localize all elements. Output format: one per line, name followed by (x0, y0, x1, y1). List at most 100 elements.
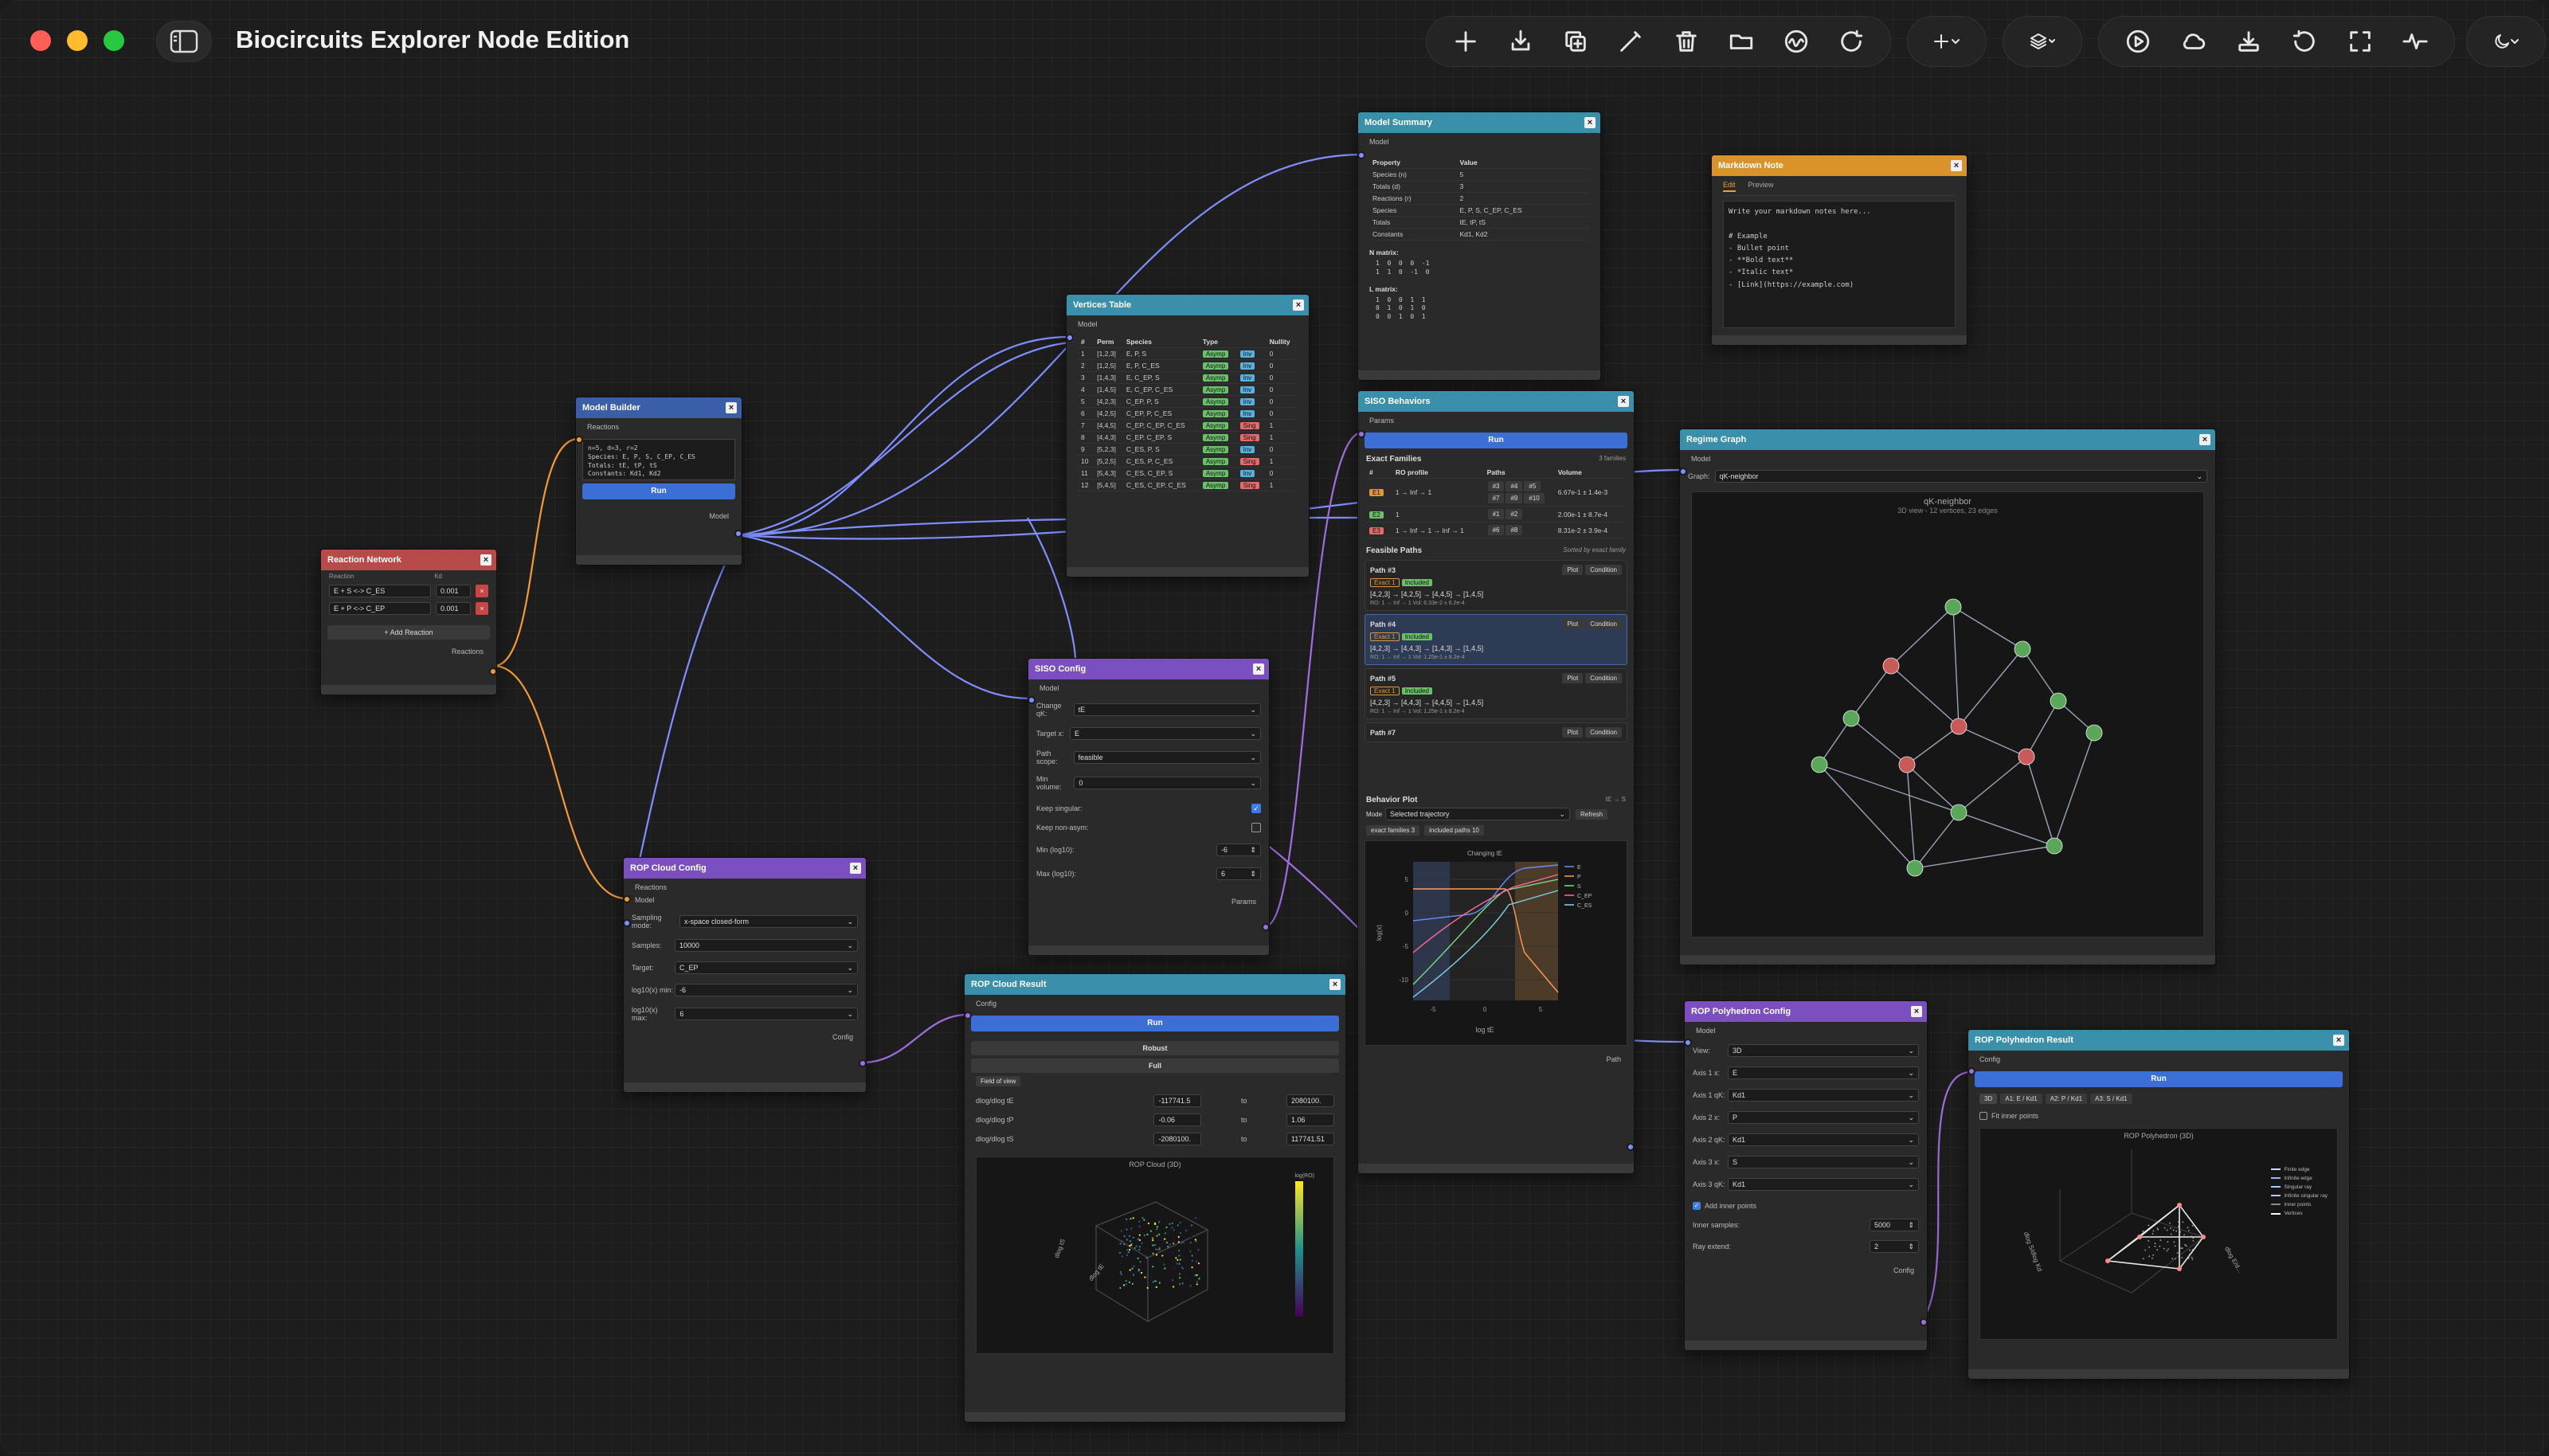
close-node-button[interactable]: × (1293, 299, 1304, 311)
params-input-port[interactable] (1358, 430, 1365, 438)
path-chip[interactable]: #10 (1524, 493, 1545, 503)
node-rop-cloud-result[interactable]: ROP Cloud Result × Config Run Robust Full… (964, 973, 1346, 1423)
condition-button[interactable]: Condition (1585, 673, 1622, 683)
node-rop-cloud-config[interactable]: ROP Cloud Config × Reactions Model Sampli… (623, 857, 867, 1093)
chip-included-paths[interactable]: included paths 10 (1424, 825, 1484, 836)
keep-singular-checkbox[interactable]: ✓ (1251, 804, 1261, 813)
rop-polyhedron-plot[interactable]: ROP Polyhedron (3D) Finite edge Infinite … (1979, 1128, 2338, 1340)
plot-button[interactable]: Plot (1562, 565, 1584, 575)
close-node-button[interactable]: × (2199, 434, 2210, 445)
path-chip[interactable]: #1 (1487, 509, 1505, 519)
config-output-port[interactable] (1920, 1318, 1927, 1326)
reactions-input-port[interactable] (576, 436, 583, 444)
robust-button[interactable]: Robust (971, 1041, 1339, 1055)
field-input[interactable]: C_EP ⌄ (675, 961, 858, 974)
path-card[interactable]: Path #3 Plot Condition Exact 1 Included [4,2,… (1365, 560, 1627, 611)
path-chip[interactable]: #2 (1506, 509, 1523, 519)
graph-vertex[interactable] (1950, 804, 1968, 821)
graph-vertex[interactable] (1898, 756, 1916, 773)
graph-vertex[interactable] (1944, 598, 1962, 616)
field-input[interactable]: 6 ⌄ (675, 1008, 858, 1020)
table-row[interactable]: 5 [4,2,3] C_EP, P, S Asymp Inv 0 (1078, 395, 1298, 408)
family-row[interactable]: E2 1 #1 #2 2.00e-1 ± 8.7e-4 (1366, 506, 1626, 523)
reaction-input[interactable]: E + P <-> C_EP (329, 602, 431, 615)
node-vertices-table[interactable]: Vertices Table × Model # Perm Species Type Nu… (1066, 294, 1310, 577)
table-row[interactable]: 4 [1,4,5] E, C_EP, C_ES Asymp Inv 0 (1078, 383, 1298, 396)
refresh-button[interactable]: Refresh (1576, 808, 1608, 820)
model-input-port[interactable] (1680, 468, 1687, 476)
path-chip[interactable]: #9 (1506, 493, 1523, 503)
field-input[interactable]: tE ⌄ (1073, 703, 1261, 716)
config-input-port[interactable] (965, 1012, 972, 1020)
node-model-summary[interactable]: Model Summary × Model Property Value Speci… (1357, 112, 1601, 381)
table-row[interactable]: 2 [1,2,5] E, P, C_ES Asymp Inv 0 (1078, 359, 1298, 372)
kd-input[interactable]: 0.001 (436, 602, 471, 615)
range-to-input[interactable]: 1.06 (1286, 1114, 1334, 1126)
field-input[interactable]: feasible ⌄ (1073, 751, 1261, 764)
node-reaction-network[interactable]: Reaction Network × Reaction Kd E + S <-> C… (320, 549, 497, 695)
node-header[interactable]: Markdown Note × (1712, 155, 1967, 176)
polyhedron-vertex[interactable] (2177, 1266, 2182, 1271)
plot-button[interactable]: Plot (1562, 727, 1584, 738)
path-card[interactable]: Path #5 Plot Condition Exact 1 Included [4,2,… (1365, 668, 1627, 719)
node-header[interactable]: Regime Graph × (1680, 429, 2215, 450)
field-input[interactable]: P ⌄ (1728, 1111, 1919, 1124)
range-to-input[interactable]: 117741.51 (1286, 1133, 1334, 1145)
table-row[interactable]: 3 [1,4,3] E, C_EP, S Asymp Inv 0 (1078, 371, 1298, 384)
config-output-port[interactable] (859, 1059, 866, 1067)
node-header[interactable]: Vertices Table × (1067, 295, 1309, 315)
graph-select[interactable]: qK-neighbor ⌄ (1714, 470, 2207, 483)
polyhedron-vertex[interactable] (2201, 1235, 2206, 1239)
table-row[interactable]: 10 [5,2,5] C_ES, P, C_ES Asymp Sing 1 (1078, 455, 1298, 468)
graph-vertex[interactable] (1906, 859, 1924, 877)
node-header[interactable]: SISO Behaviors × (1358, 391, 1634, 412)
remove-reaction-button[interactable]: × (476, 585, 488, 597)
node-header[interactable]: Reaction Network × (321, 550, 496, 570)
node-rop-polyhedron-config[interactable]: ROP Polyhedron Config × Model View: 3D ⌄ Axi… (1684, 1000, 1928, 1351)
node-markdown-note[interactable]: Markdown Note × Edit Preview Write your m… (1711, 155, 1968, 346)
full-button[interactable]: Full (971, 1059, 1339, 1073)
fit-inner-checkbox[interactable] (1979, 1112, 1987, 1120)
field-input[interactable]: Kd1 ⌄ (1728, 1133, 1919, 1146)
range-from-input[interactable]: -0.06 (1153, 1114, 1202, 1126)
close-node-button[interactable]: × (850, 863, 861, 874)
close-node-button[interactable]: × (1329, 979, 1341, 990)
path-chip[interactable]: #6 (1487, 525, 1505, 535)
node-header[interactable]: Model Summary × (1358, 112, 1600, 133)
node-siso-config[interactable]: SISO Config × Model Change qK: tE ⌄ Target x… (1028, 658, 1270, 956)
close-node-button[interactable]: × (1951, 160, 1962, 171)
inner-samples-input[interactable]: 5000 ⇕ (1870, 1219, 1919, 1231)
run-button[interactable]: Run (1975, 1071, 2343, 1087)
field-input[interactable]: E ⌄ (1070, 727, 1261, 740)
path-card[interactable]: Path #4 Plot Condition Exact 1 Included [4,2,… (1365, 614, 1627, 665)
family-row[interactable]: E1 1 → Inf → 1 #3 #4 #5 #7 #9 #10 6.67e-1 ± 1.4e… (1366, 478, 1626, 507)
table-row[interactable]: 7 [4,4,5] C_EP, C_EP, C_ES Asymp Sing 1 (1078, 419, 1298, 432)
model-output-port[interactable] (734, 530, 742, 538)
field-input[interactable]: Kd1 ⌄ (1728, 1089, 1919, 1102)
node-header[interactable]: ROP Polyhedron Config × (1685, 1001, 1927, 1022)
condition-button[interactable]: Condition (1585, 619, 1622, 629)
path-chip[interactable]: #5 (1524, 481, 1541, 491)
path-output-port[interactable] (1627, 1143, 1634, 1151)
node-siso-behaviors[interactable]: SISO Behaviors × Params Run Exact Familie… (1357, 390, 1635, 1174)
tab-a3[interactable]: A3: S / Kd1 (2090, 1094, 2132, 1104)
field-input[interactable]: x-space closed-form ⌄ (679, 915, 858, 928)
keep-nonasym-checkbox[interactable] (1251, 823, 1261, 832)
field-input[interactable]: 10000 ⌄ (675, 939, 858, 952)
field-input[interactable]: S ⌄ (1728, 1156, 1919, 1168)
model-input-port[interactable] (1067, 334, 1074, 342)
tab-3d[interactable]: 3D (1979, 1094, 1998, 1104)
graph-vertex[interactable] (2018, 748, 2035, 765)
graph-vertex[interactable] (2050, 692, 2067, 710)
graph-vertex[interactable] (2014, 640, 2031, 658)
table-row[interactable]: 12 [5,4,5] C_ES, C_EP, C_ES Asymp Sing 1 (1078, 479, 1298, 491)
node-header[interactable]: SISO Config × (1028, 659, 1269, 679)
model-input-port[interactable] (1358, 151, 1365, 159)
node-header[interactable]: ROP Polyhedron Result × (1968, 1030, 2349, 1051)
graph-vertex[interactable] (1842, 710, 1860, 727)
tab-preview[interactable]: Preview (1748, 181, 1774, 192)
table-row[interactable]: 6 [4,2,5] C_EP, P, C_ES Asymp Inv 0 (1078, 407, 1298, 420)
node-header[interactable]: ROP Cloud Config × (624, 858, 866, 879)
condition-button[interactable]: Condition (1585, 727, 1622, 738)
regime-graph-plot[interactable]: qK-neighbor 3D view - 12 vertices, 23 ed… (1691, 491, 2204, 937)
